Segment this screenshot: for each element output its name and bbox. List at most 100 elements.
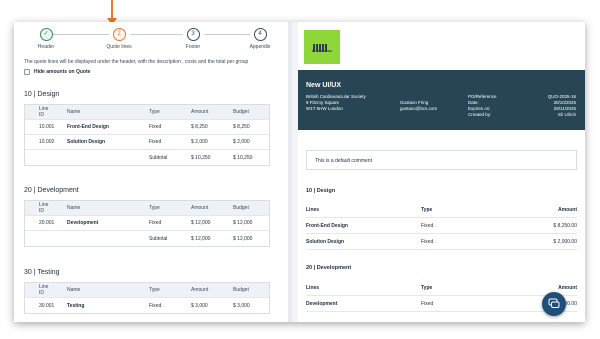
preview-line-type: Fixed — [421, 239, 434, 245]
group-title: 20 | Development — [24, 187, 79, 194]
col-name: Name — [67, 287, 81, 293]
col-amount: Amount — [558, 207, 577, 213]
preview-row: Development Fixed $ 12,000.00 — [306, 296, 577, 312]
quote-meta-values: QUO-2025-16 30/10/2025 29/11/2025 Eli Ul… — [524, 94, 576, 118]
preview-line-type: Fixed — [421, 223, 434, 229]
contact-email: gustavo@bcs.com — [400, 106, 438, 111]
col-amount: Amount — [191, 109, 209, 115]
step-label: Footer — [185, 44, 201, 50]
line-budget: $ 2,000 — [233, 139, 250, 145]
subtotal-label: Subtotal — [149, 235, 168, 242]
line-budget: $ 8,250 — [233, 124, 250, 130]
chat-bubble-icon — [548, 298, 560, 308]
hide-amounts-checkbox[interactable] — [24, 69, 30, 75]
quote-preview-pane: KP CONSULTING New UI/UX British Cardiova… — [292, 22, 585, 322]
preview-line-name: Development — [306, 301, 338, 307]
preview-line-type: Fixed — [421, 301, 434, 307]
preview-table-design: Lines Type Amount Front-End Design Fixed… — [306, 202, 577, 250]
subtotal-budget: $ 10,250 — [233, 154, 253, 161]
check-icon: ✓ — [39, 28, 53, 41]
group-title: 10 | Design — [24, 91, 60, 98]
chat-launcher-button[interactable] — [542, 292, 566, 316]
line-type: Fixed — [149, 124, 162, 130]
quote-lines-hint: The quote lines will be displayed under … — [24, 59, 249, 65]
table-header: Line ID Name Type Amount Budget — [25, 105, 269, 120]
table-row[interactable]: 10.001 Front-End Design Fixed $ 8,250 $ … — [25, 120, 269, 135]
step-label: Quote lines — [106, 44, 132, 50]
preview-group-title: 10 | Design — [306, 188, 336, 194]
quote-table-design: Line ID Name Type Amount Budget 10.001 F… — [24, 104, 270, 166]
subtotal-amount: $ 12,000 — [191, 235, 211, 242]
step-number: 3 — [186, 28, 200, 41]
hide-amounts-label: Hide amounts on Quote — [34, 69, 91, 75]
col-line-id: Line ID — [39, 284, 49, 296]
line-id: 20.001 — [39, 220, 55, 226]
col-name: Name — [67, 109, 81, 115]
preview-table-development: Lines Type Amount Development Fixed $ 12… — [306, 280, 577, 312]
col-amount: Amount — [558, 285, 577, 291]
preview-line-name: Solution Design — [306, 239, 345, 245]
quote-comment: This is a default comment — [306, 150, 577, 170]
company-logo: KP CONSULTING — [304, 30, 340, 64]
subtotal-row: Subtotal $ 12,000 $ 12,000 — [25, 231, 269, 246]
table-row[interactable]: 10.002 Solution Design Fixed $ 2,000 $ 2… — [25, 135, 269, 150]
quote-meta-labels: PO/Reference Date: Expires on: Created b… — [468, 94, 497, 118]
subtotal-row: Subtotal $ 10,250 $ 10,250 — [25, 150, 269, 165]
preview-table-header: Lines Type Amount — [306, 280, 577, 296]
line-id: 30.001 — [39, 302, 55, 309]
quote-table-development: Line ID Name Type Amount Budget 20.001 D… — [24, 200, 270, 247]
col-line-id: Line ID — [39, 202, 49, 214]
line-name: Front-End Design — [67, 124, 109, 130]
col-line-id: Line ID — [39, 106, 49, 118]
line-amount: $ 3,000 — [191, 302, 208, 309]
table-row[interactable]: 20.001 Development Fixed $ 12,000 $ 12,0… — [25, 216, 269, 231]
quote-table-testing: Line ID Name Type Amount Budget 30.001 T… — [24, 282, 270, 314]
line-amount: $ 8,250 — [191, 124, 208, 130]
client-address: British Cardiovascular Society 9 Fitzroy… — [306, 94, 366, 112]
line-type: Fixed — [149, 302, 162, 309]
logo-mark-icon — [313, 39, 331, 52]
line-name: Solution Design — [67, 139, 106, 145]
group-title: 30 | Testing — [24, 269, 60, 276]
line-type: Fixed — [149, 139, 162, 145]
table-row[interactable]: 30.001 Testing Fixed $ 3,000 $ 3,000 — [25, 298, 269, 313]
line-id: 10.001 — [39, 124, 55, 130]
line-id: 10.002 — [39, 139, 55, 145]
preview-row: Solution Design Fixed $ 2,000.00 — [306, 234, 577, 250]
preview-line-amount: $ 2,000.00 — [553, 239, 577, 245]
subtotal-amount: $ 10,250 — [191, 154, 211, 161]
quote-lines-pane: ✓ Header 2 Quote lines 3 Footer 4 Append… — [14, 22, 288, 322]
preview-line-amount: $ 8,250.00 — [553, 223, 577, 229]
step-quote-lines[interactable]: 2 Quote lines — [99, 28, 139, 50]
client-contact: Gustavo Fring gustavo@bcs.com — [400, 100, 437, 112]
subtotal-budget: $ 12,000 — [233, 235, 253, 242]
col-name: Name — [67, 205, 81, 211]
preview-line-name: Front-End Design — [306, 223, 348, 229]
table-header: Line ID Name Type Amount Budget — [25, 283, 269, 298]
address-line: W1T 5HW London — [306, 106, 343, 111]
line-amount: $ 12,000 — [191, 220, 211, 226]
line-budget: $ 12,000 — [233, 220, 253, 226]
col-lines: Lines — [306, 207, 320, 213]
meta-label: Created by: — [468, 112, 492, 117]
line-type: Fixed — [149, 220, 162, 226]
preview-group-title: 20 | Development — [306, 265, 352, 271]
step-number: 2 — [112, 28, 126, 41]
line-budget: $ 3,000 — [233, 302, 250, 309]
col-type: Type — [149, 109, 160, 115]
wizard-stepper: ✓ Header 2 Quote lines 3 Footer 4 Append… — [14, 22, 288, 56]
col-type: Type — [149, 205, 160, 211]
hide-amounts-toggle[interactable]: Hide amounts on Quote — [14, 69, 288, 75]
meta-value: Eli Ulrich — [558, 112, 576, 117]
quote-editor-window: ✓ Header 2 Quote lines 3 Footer 4 Append… — [14, 22, 585, 322]
step-header[interactable]: ✓ Header — [26, 28, 66, 50]
col-budget: Budget — [233, 109, 249, 115]
col-budget: Budget — [233, 205, 249, 211]
quote-title: New UI/UX — [306, 82, 342, 89]
step-footer[interactable]: 3 Footer — [173, 28, 213, 50]
logo-text: KP CONSULTING — [311, 50, 333, 53]
step-appendix[interactable]: 4 Appendix — [240, 28, 280, 50]
preview-table-header: Lines Type Amount — [306, 202, 577, 218]
col-amount: Amount — [191, 205, 209, 211]
quote-header-banner: New UI/UX British Cardiovascular Society… — [298, 70, 585, 130]
